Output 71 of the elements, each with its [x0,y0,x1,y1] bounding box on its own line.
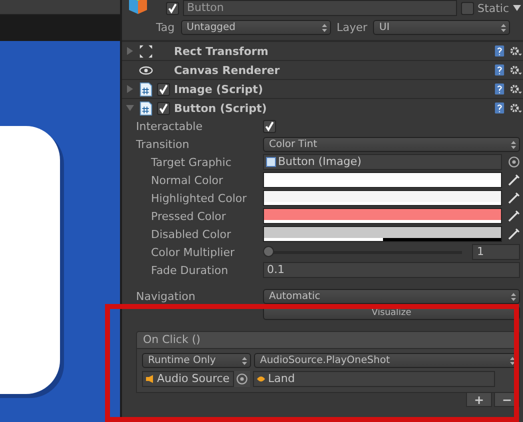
tag-dropdown[interactable]: Untagged [180,20,331,34]
transform-arrows-icon [139,44,153,58]
component-title: Button (Script) [174,102,268,114]
help-book-icon[interactable] [494,102,505,114]
updown-arrows-icon [511,140,516,148]
audio-clip-icon [256,374,266,384]
color-swatch[interactable] [263,226,502,242]
gear-icon[interactable] [509,45,522,57]
eyedropper-icon[interactable] [508,210,520,222]
gear-icon[interactable] [509,83,522,95]
eyedropper-icon[interactable] [508,192,520,204]
number-field[interactable]: 1 [472,244,520,260]
object-picker-icon[interactable] [234,371,250,387]
updown-arrows-icon [322,24,327,32]
gear-icon[interactable] [509,64,522,76]
property-label: Color Multiplier [150,246,236,258]
property-label: Pressed Color [150,210,227,222]
name-field[interactable]: Button [183,0,457,16]
property-label: Target Graphic [150,156,232,168]
property-label: Transition [135,138,190,150]
dropdown-arrow-icon[interactable] [513,5,521,11]
help-book-icon[interactable] [494,45,505,57]
component-header[interactable]: Canvas Renderer [122,60,523,79]
target-object-field[interactable]: Audio Source [142,371,234,387]
object-field[interactable]: Button (Image) [263,154,502,170]
property-label: Disabled Color [150,228,232,240]
event-header: On Click () [136,331,520,349]
layer-dropdown[interactable]: UI [373,20,510,34]
speaker-icon [145,374,155,384]
dropdown[interactable]: Color Tint [263,136,520,152]
property-label: Interactable [135,120,204,132]
enabled-checkbox[interactable] [157,82,170,96]
property-label: Navigation [135,290,196,302]
interactable-checkbox[interactable] [263,120,276,132]
gear-icon[interactable] [509,102,522,114]
component-header[interactable]: Button (Script) [122,98,523,117]
help-book-icon[interactable] [494,64,505,76]
component-title: Rect Transform [174,44,270,58]
layer-label: Layer [336,20,368,34]
eyedropper-icon[interactable] [508,228,520,240]
tag-label: Tag [156,20,175,34]
component-title: Image (Script) [174,82,264,96]
updown-arrows-icon [501,24,506,32]
component-title: Canvas Renderer [174,64,281,76]
property-label: Normal Color [150,174,224,186]
eyedropper-icon[interactable] [508,174,520,186]
component-header[interactable]: Image (Script) [122,79,523,98]
slider-thumb[interactable] [263,246,274,256]
add-button[interactable]: + [466,393,492,407]
runtime-dropdown[interactable]: Runtime Only [142,353,251,368]
help-book-icon[interactable] [494,83,505,95]
property-label: Highlighted Color [150,192,248,204]
color-swatch[interactable] [263,172,502,188]
component-header[interactable]: Rect Transform [122,41,523,60]
script-file-icon [139,100,153,116]
color-swatch[interactable] [263,208,502,224]
updown-arrows-icon [242,357,247,365]
dropdown[interactable]: Automatic [263,288,520,304]
updown-arrows-icon [511,292,516,300]
color-swatch[interactable] [263,190,502,206]
updown-arrows-icon [510,357,515,365]
number-field[interactable]: 0.1 [263,262,520,278]
enabled-checkbox[interactable] [157,102,170,114]
static-label: Static [478,2,509,14]
audio-clip-field[interactable]: Land [253,371,495,387]
object-picker-icon[interactable] [508,156,520,168]
script-file-icon [139,82,153,96]
active-checkbox[interactable] [166,2,179,14]
static-checkbox[interactable] [460,2,474,14]
property-label: Fade Duration [150,264,230,276]
image-component-icon [266,157,276,167]
